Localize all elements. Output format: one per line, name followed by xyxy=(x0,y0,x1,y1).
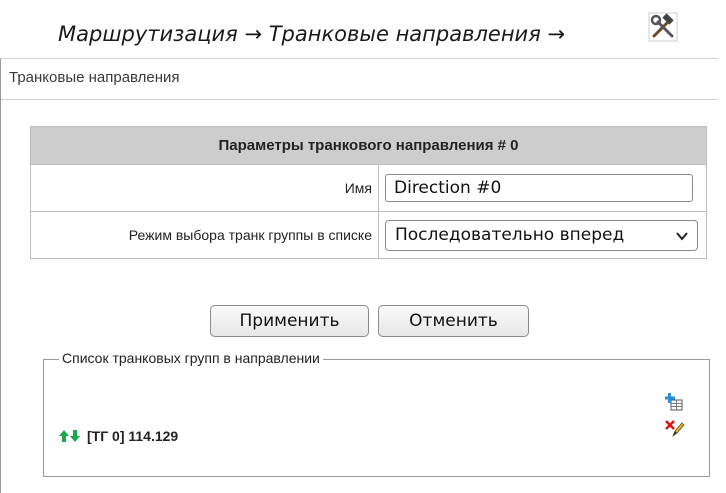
mode-select[interactable]: Последовательно вперед xyxy=(385,219,698,251)
apply-button[interactable]: Применить xyxy=(210,305,369,337)
name-label: Имя xyxy=(30,164,379,212)
add-table-icon[interactable] xyxy=(665,393,683,411)
name-input[interactable] xyxy=(385,174,693,202)
page-caption: Маршрутизация → Транковые направления → xyxy=(0,0,726,60)
trunk-directions-panel: Транковые направления Параметры транково… xyxy=(0,58,718,493)
name-cell xyxy=(378,164,707,212)
trunk-groups-fieldset: Список транковых групп в направлении [ТГ… xyxy=(43,350,710,477)
up-down-arrows-icon[interactable] xyxy=(59,429,81,443)
mode-label: Режим выбора транк группы в списке xyxy=(30,211,379,259)
cancel-button[interactable]: Отменить xyxy=(378,305,529,337)
list-item[interactable]: [ТГ 0] 114.129 xyxy=(59,428,178,444)
panel-title: Транковые направления xyxy=(1,59,718,100)
delete-edit-icon[interactable] xyxy=(665,420,685,438)
caption-text: Маршрутизация → Транковые направления → xyxy=(58,22,566,46)
chevron-down-icon xyxy=(676,231,688,241)
mode-cell: Последовательно вперед xyxy=(378,211,707,259)
params-title: Параметры транкового направления # 0 xyxy=(30,126,707,165)
trunk-group-label: [ТГ 0] 114.129 xyxy=(87,428,179,444)
hammer-wrench-icon[interactable] xyxy=(648,12,678,42)
params-table: Параметры транкового направления # 0 Имя… xyxy=(30,126,707,259)
trunk-groups-legend: Список транковых групп в направлении xyxy=(59,350,323,366)
mode-select-value: Последовательно вперед xyxy=(395,224,625,245)
